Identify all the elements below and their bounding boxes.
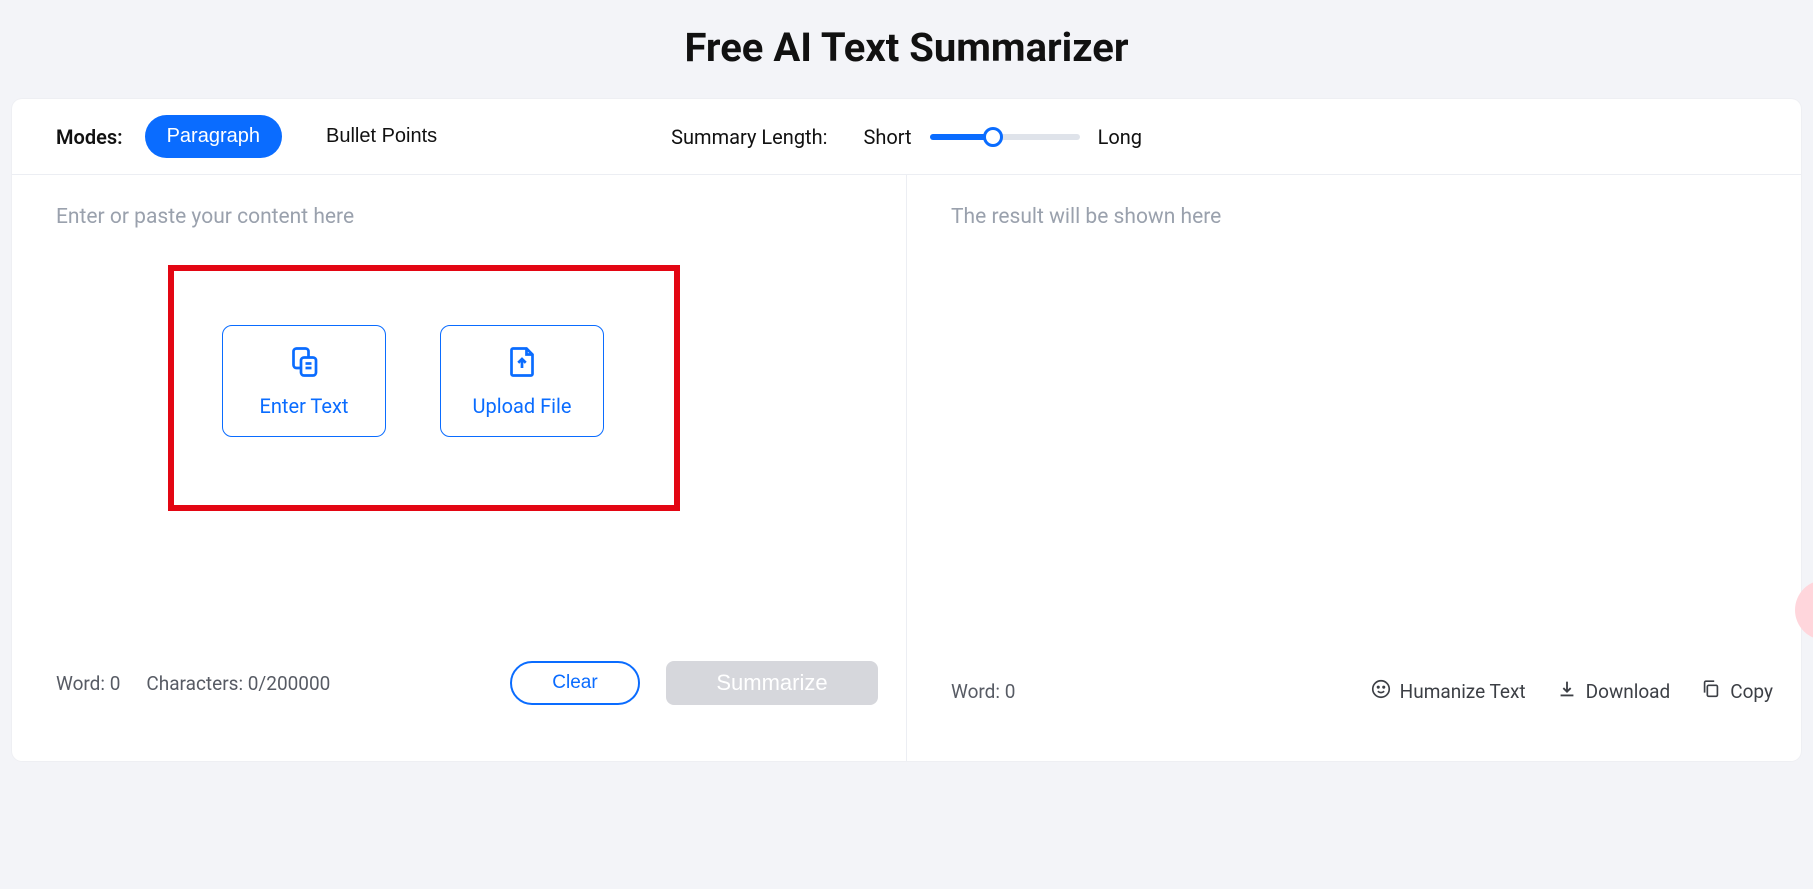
input-char-count: Characters: 0/200000	[146, 672, 330, 695]
download-button[interactable]: Download	[1556, 678, 1671, 705]
page-title: Free AI Text Summarizer	[0, 0, 1813, 99]
content-columns: Enter or paste your content here Enter T…	[12, 175, 1801, 761]
output-word-count: Word: 0	[951, 680, 1015, 703]
summarize-button[interactable]: Summarize	[666, 661, 878, 705]
toolbar: Modes: Paragraph Bullet Points Summary L…	[12, 99, 1801, 175]
mode-paragraph-button[interactable]: Paragraph	[145, 115, 282, 158]
mode-bullet-points-button[interactable]: Bullet Points	[304, 115, 459, 158]
input-action-row: Enter Text Upload File	[222, 325, 604, 437]
input-placeholder[interactable]: Enter or paste your content here	[56, 205, 862, 229]
upload-file-label: Upload File	[473, 394, 572, 418]
download-label: Download	[1586, 680, 1671, 703]
enter-text-label: Enter Text	[260, 394, 349, 418]
humanize-text-button[interactable]: Humanize Text	[1370, 678, 1526, 705]
length-short-label: Short	[863, 125, 911, 149]
main-panel: Modes: Paragraph Bullet Points Summary L…	[12, 99, 1801, 761]
enter-text-button[interactable]: Enter Text	[222, 325, 386, 437]
output-placeholder: The result will be shown here	[951, 205, 1757, 229]
upload-file-icon	[504, 344, 540, 380]
smiley-icon	[1370, 678, 1392, 705]
download-icon	[1556, 678, 1578, 705]
copy-button[interactable]: Copy	[1700, 678, 1773, 705]
input-word-count: Word: 0	[56, 672, 120, 695]
input-footer: Word: 0 Characters: 0/200000 Clear Summa…	[56, 661, 878, 705]
summary-length-slider-wrap: Short Long	[863, 125, 1142, 149]
output-actions: Humanize Text Download Copy	[1370, 678, 1773, 705]
summary-length-slider[interactable]	[930, 133, 1080, 141]
input-column: Enter or paste your content here Enter T…	[12, 175, 907, 761]
copy-icon	[1700, 678, 1722, 705]
clear-button[interactable]: Clear	[510, 661, 640, 705]
length-long-label: Long	[1098, 125, 1142, 149]
output-footer: Word: 0 Humanize Text Download	[951, 678, 1773, 705]
summary-length-label: Summary Length:	[671, 125, 827, 149]
humanize-text-label: Humanize Text	[1400, 680, 1526, 703]
slider-thumb[interactable]	[983, 127, 1003, 147]
paste-icon	[286, 344, 322, 380]
copy-label: Copy	[1730, 680, 1773, 703]
modes-label: Modes:	[56, 125, 123, 149]
output-column: The result will be shown here Word: 0 Hu…	[907, 175, 1801, 761]
upload-file-button[interactable]: Upload File	[440, 325, 604, 437]
